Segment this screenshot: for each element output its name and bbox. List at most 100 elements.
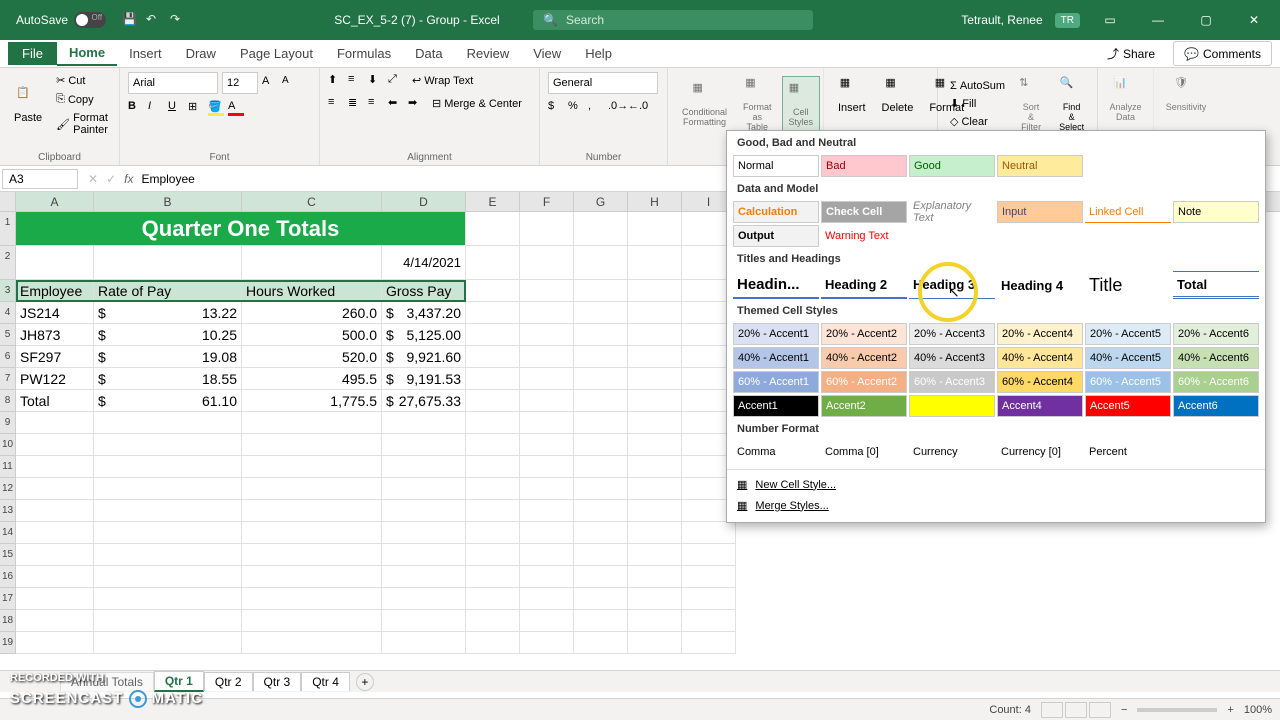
- date-cell[interactable]: 4/14/2021: [382, 246, 466, 280]
- tab-review[interactable]: Review: [455, 42, 522, 65]
- style-note[interactable]: Note: [1173, 201, 1259, 223]
- style-accent1[interactable]: Accent1: [733, 395, 819, 417]
- header-gross[interactable]: Gross Pay: [382, 280, 466, 302]
- style-60-accent5[interactable]: 60% - Accent5: [1085, 371, 1171, 393]
- tab-draw[interactable]: Draw: [174, 42, 228, 65]
- ribbon-options-icon[interactable]: ▭: [1092, 5, 1128, 35]
- style-warning-text[interactable]: Warning Text: [821, 225, 907, 247]
- col-header-b[interactable]: B: [94, 192, 242, 211]
- style-neutral[interactable]: Neutral: [997, 155, 1083, 177]
- style-60-accent1[interactable]: 60% - Accent1: [733, 371, 819, 393]
- search-box[interactable]: 🔍 Search: [533, 10, 813, 30]
- header-employee[interactable]: Employee: [16, 280, 94, 302]
- find-select-button[interactable]: 🔍Find & Select: [1053, 72, 1090, 136]
- zoom-level[interactable]: 100%: [1244, 704, 1272, 716]
- align-center-icon[interactable]: ≣: [348, 96, 364, 112]
- tab-formulas[interactable]: Formulas: [325, 42, 403, 65]
- maximize-icon[interactable]: ▢: [1188, 5, 1224, 35]
- style-heading4[interactable]: Heading 4: [997, 271, 1083, 299]
- align-top-icon[interactable]: ⬆: [328, 73, 344, 89]
- align-right-icon[interactable]: ≡: [368, 96, 384, 112]
- cancel-formula-icon[interactable]: ✕: [88, 172, 98, 186]
- align-left-icon[interactable]: ≡: [328, 96, 344, 112]
- style-total[interactable]: Total: [1173, 271, 1259, 299]
- style-60-accent4[interactable]: 60% - Accent4: [997, 371, 1083, 393]
- header-hours[interactable]: Hours Worked: [242, 280, 382, 302]
- autosum-button[interactable]: ΣAutoSum: [946, 78, 1009, 94]
- redo-icon[interactable]: ↷: [170, 12, 186, 28]
- merge-center-button[interactable]: ⊟Merge & Center: [428, 95, 526, 112]
- align-bottom-icon[interactable]: ⬇: [368, 73, 384, 89]
- col-header-a[interactable]: A: [16, 192, 94, 211]
- sheet-tab-qtr4[interactable]: Qtr 4: [301, 672, 350, 691]
- decrease-font-icon[interactable]: A: [282, 75, 298, 91]
- name-box[interactable]: [2, 169, 78, 189]
- font-color-icon[interactable]: A: [228, 100, 244, 116]
- orientation-icon[interactable]: ⤢: [388, 73, 404, 89]
- style-accent2[interactable]: Accent2: [821, 395, 907, 417]
- tab-view[interactable]: View: [521, 42, 573, 65]
- conditional-formatting-button[interactable]: ▦Conditional Formatting: [676, 77, 733, 131]
- style-normal[interactable]: Normal: [733, 155, 819, 177]
- clear-button[interactable]: ◇Clear: [946, 113, 1009, 130]
- style-check-cell[interactable]: Check Cell: [821, 201, 907, 223]
- header-rate[interactable]: Rate of Pay: [94, 280, 242, 302]
- select-all-corner[interactable]: [0, 192, 16, 211]
- style-20-accent3[interactable]: 20% - Accent3: [909, 323, 995, 345]
- page-layout-view-button[interactable]: [1065, 702, 1087, 718]
- style-accent4[interactable]: Accent4: [997, 395, 1083, 417]
- increase-indent-icon[interactable]: ➡: [408, 96, 424, 112]
- style-40-accent6[interactable]: 40% - Accent6: [1173, 347, 1259, 369]
- style-40-accent3[interactable]: 40% - Accent3: [909, 347, 995, 369]
- close-icon[interactable]: ✕: [1236, 5, 1272, 35]
- style-40-accent2[interactable]: 40% - Accent2: [821, 347, 907, 369]
- decrease-decimal-icon[interactable]: ←.0: [628, 100, 644, 116]
- wrap-text-button[interactable]: ↩Wrap Text: [408, 72, 477, 89]
- style-good[interactable]: Good: [909, 155, 995, 177]
- format-as-table-button[interactable]: ▦Format as Table: [737, 72, 778, 136]
- style-20-accent5[interactable]: 20% - Accent5: [1085, 323, 1171, 345]
- style-comma0[interactable]: Comma [0]: [821, 441, 907, 463]
- sheet-tab-qtr3[interactable]: Qtr 3: [253, 672, 302, 691]
- accounting-icon[interactable]: $: [548, 100, 564, 116]
- fill-color-icon[interactable]: 🪣: [208, 100, 224, 116]
- copy-button[interactable]: ⎘Copy: [52, 91, 112, 108]
- comments-button[interactable]: 💬Comments: [1173, 41, 1272, 66]
- zoom-slider[interactable]: [1137, 708, 1217, 712]
- style-20-accent1[interactable]: 20% - Accent1: [733, 323, 819, 345]
- style-currency[interactable]: Currency: [909, 441, 995, 463]
- style-comma[interactable]: Comma: [733, 441, 819, 463]
- add-sheet-button[interactable]: +: [356, 673, 374, 691]
- col-header-c[interactable]: C: [242, 192, 382, 211]
- tab-data[interactable]: Data: [403, 42, 454, 65]
- align-middle-icon[interactable]: ≡: [348, 73, 364, 89]
- delete-cells-button[interactable]: ▦Delete: [876, 72, 920, 118]
- tab-file[interactable]: File: [8, 42, 57, 65]
- comma-icon[interactable]: ,: [588, 100, 604, 116]
- normal-view-button[interactable]: [1041, 702, 1063, 718]
- style-explanatory[interactable]: Explanatory Text: [909, 201, 995, 223]
- underline-icon[interactable]: U: [168, 100, 184, 116]
- style-accent5[interactable]: Accent5: [1085, 395, 1171, 417]
- style-heading2[interactable]: Heading 2: [821, 271, 907, 299]
- cut-button[interactable]: ✂Cut: [52, 72, 112, 89]
- autosave-toggle[interactable]: AutoSave Off: [8, 10, 114, 30]
- row-header-1[interactable]: 1: [0, 212, 16, 246]
- increase-decimal-icon[interactable]: .0→: [608, 100, 624, 116]
- style-40-accent4[interactable]: 40% - Accent4: [997, 347, 1083, 369]
- minimize-icon[interactable]: —: [1140, 5, 1176, 35]
- zoom-out-button[interactable]: −: [1121, 704, 1127, 716]
- zoom-in-button[interactable]: +: [1227, 704, 1233, 716]
- tab-help[interactable]: Help: [573, 42, 624, 65]
- style-heading1[interactable]: Headin...: [733, 271, 819, 299]
- sheet-tab-qtr1[interactable]: Qtr 1: [154, 671, 204, 692]
- sort-filter-button[interactable]: ⇅Sort & Filter: [1013, 72, 1049, 136]
- style-60-accent3[interactable]: 60% - Accent3: [909, 371, 995, 393]
- font-size-select[interactable]: [222, 72, 258, 94]
- style-40-accent1[interactable]: 40% - Accent1: [733, 347, 819, 369]
- analyze-data-button[interactable]: 📊Analyze Data: [1106, 72, 1145, 126]
- user-avatar[interactable]: TR: [1055, 13, 1080, 28]
- style-60-accent6[interactable]: 60% - Accent6: [1173, 371, 1259, 393]
- percent-icon[interactable]: %: [568, 100, 584, 116]
- fx-icon[interactable]: fx: [124, 172, 133, 186]
